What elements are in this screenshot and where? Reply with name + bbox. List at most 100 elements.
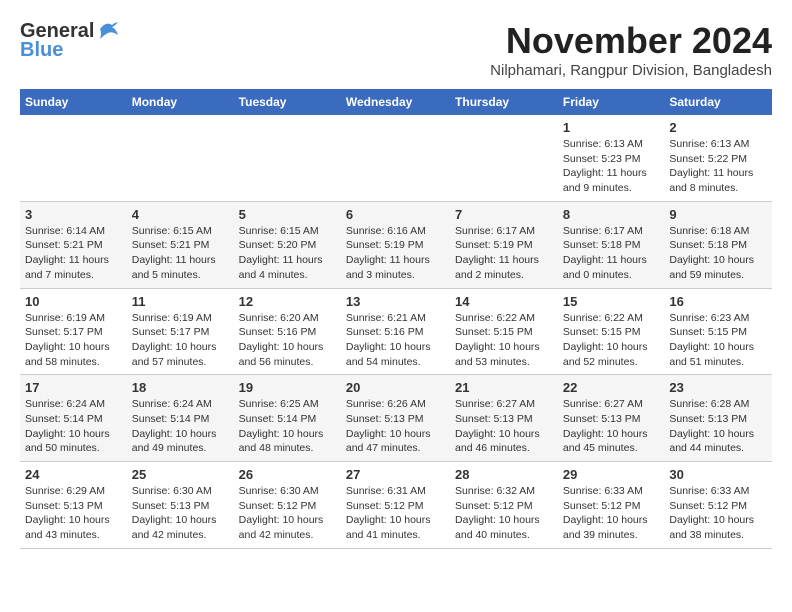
calendar-cell: 21 Sunrise: 6:27 AM Sunset: 5:13 PM Dayli… <box>450 375 558 462</box>
calendar-cell: 18 Sunrise: 6:24 AM Sunset: 5:14 PM Dayli… <box>127 375 234 462</box>
day-number: 2 <box>669 120 767 135</box>
calendar-row: 24 Sunrise: 6:29 AM Sunset: 5:13 PM Dayli… <box>20 462 772 549</box>
calendar-cell: 14 Sunrise: 6:22 AM Sunset: 5:15 PM Dayli… <box>450 288 558 375</box>
day-info: Sunrise: 6:32 AM Sunset: 5:12 PM Dayligh… <box>455 484 553 543</box>
calendar-row: 17Sunrise: 6:24 AM Sunset: 5:14 PM Dayli… <box>20 375 772 462</box>
calendar-cell: 27Sunrise: 6:31 AM Sunset: 5:12 PM Dayli… <box>341 462 450 549</box>
day-number: 8 <box>563 207 659 222</box>
day-number: 20 <box>346 380 445 395</box>
calendar-cell: 10 Sunrise: 6:19 AM Sunset: 5:17 PM Dayli… <box>20 288 127 375</box>
day-info: Sunrise: 6:22 AM Sunset: 5:15 PM Dayligh… <box>563 311 659 370</box>
calendar-cell: 6Sunrise: 6:16 AM Sunset: 5:19 PM Daylig… <box>341 201 450 288</box>
day-number: 11 <box>132 294 229 309</box>
day-number: 30 <box>669 467 767 482</box>
calendar-cell: 4 Sunrise: 6:15 AM Sunset: 5:21 PM Daylig… <box>127 201 234 288</box>
day-info: Sunrise: 6:29 AM Sunset: 5:13 PM Dayligh… <box>25 484 122 543</box>
calendar-cell: 24 Sunrise: 6:29 AM Sunset: 5:13 PM Dayli… <box>20 462 127 549</box>
day-info: Sunrise: 6:27 AM Sunset: 5:13 PM Dayligh… <box>563 397 659 456</box>
day-info: Sunrise: 6:33 AM Sunset: 5:12 PM Dayligh… <box>669 484 767 543</box>
day-number: 19 <box>239 380 336 395</box>
page-header: General Blue November 2024 Nilphamari, R… <box>20 20 772 79</box>
calendar-table: SundayMondayTuesdayWednesdayThursdayFrid… <box>20 89 772 549</box>
day-number: 15 <box>563 294 659 309</box>
location-subtitle: Nilphamari, Rangpur Division, Bangladesh <box>490 62 772 79</box>
day-info: Sunrise: 6:31 AM Sunset: 5:12 PM Dayligh… <box>346 484 445 543</box>
day-number: 25 <box>132 467 229 482</box>
day-number: 18 <box>132 380 229 395</box>
calendar-cell <box>127 115 234 201</box>
calendar-row: 10 Sunrise: 6:19 AM Sunset: 5:17 PM Dayli… <box>20 288 772 375</box>
header-monday: Monday <box>127 89 234 115</box>
calendar-cell: 19 Sunrise: 6:25 AM Sunset: 5:14 PM Dayli… <box>234 375 341 462</box>
day-number: 12 <box>239 294 336 309</box>
calendar-cell <box>341 115 450 201</box>
calendar-row: 1 Sunrise: 6:13 AM Sunset: 5:23 PM Daylig… <box>20 115 772 201</box>
day-info: Sunrise: 6:25 AM Sunset: 5:14 PM Dayligh… <box>239 397 336 456</box>
calendar-cell: 13Sunrise: 6:21 AM Sunset: 5:16 PM Dayli… <box>341 288 450 375</box>
day-info: Sunrise: 6:15 AM Sunset: 5:21 PM Dayligh… <box>132 224 229 283</box>
calendar-cell <box>234 115 341 201</box>
calendar-cell: 12 Sunrise: 6:20 AM Sunset: 5:16 PM Dayli… <box>234 288 341 375</box>
day-number: 1 <box>563 120 659 135</box>
day-number: 14 <box>455 294 553 309</box>
header-saturday: Saturday <box>664 89 772 115</box>
day-info: Sunrise: 6:23 AM Sunset: 5:15 PM Dayligh… <box>669 311 767 370</box>
day-number: 24 <box>25 467 122 482</box>
calendar-header: SundayMondayTuesdayWednesdayThursdayFrid… <box>20 89 772 115</box>
logo-blue-text: Blue <box>20 39 63 62</box>
calendar-cell: 3Sunrise: 6:14 AM Sunset: 5:21 PM Daylig… <box>20 201 127 288</box>
calendar-cell: 9 Sunrise: 6:18 AM Sunset: 5:18 PM Daylig… <box>664 201 772 288</box>
calendar-row: 3Sunrise: 6:14 AM Sunset: 5:21 PM Daylig… <box>20 201 772 288</box>
calendar-cell: 26Sunrise: 6:30 AM Sunset: 5:12 PM Dayli… <box>234 462 341 549</box>
day-info: Sunrise: 6:17 AM Sunset: 5:19 PM Dayligh… <box>455 224 553 283</box>
day-info: Sunrise: 6:24 AM Sunset: 5:14 PM Dayligh… <box>132 397 229 456</box>
calendar-cell: 25 Sunrise: 6:30 AM Sunset: 5:13 PM Dayli… <box>127 462 234 549</box>
calendar-body: 1 Sunrise: 6:13 AM Sunset: 5:23 PM Daylig… <box>20 115 772 548</box>
day-info: Sunrise: 6:13 AM Sunset: 5:23 PM Dayligh… <box>563 137 659 196</box>
calendar-cell <box>450 115 558 201</box>
day-number: 21 <box>455 380 553 395</box>
day-info: Sunrise: 6:22 AM Sunset: 5:15 PM Dayligh… <box>455 311 553 370</box>
calendar-cell: 11 Sunrise: 6:19 AM Sunset: 5:17 PM Dayli… <box>127 288 234 375</box>
logo-bird-icon <box>98 21 120 39</box>
calendar-cell: 2Sunrise: 6:13 AM Sunset: 5:22 PM Daylig… <box>664 115 772 201</box>
day-info: Sunrise: 6:19 AM Sunset: 5:17 PM Dayligh… <box>25 311 122 370</box>
day-number: 7 <box>455 207 553 222</box>
header-tuesday: Tuesday <box>234 89 341 115</box>
calendar-cell: 20 Sunrise: 6:26 AM Sunset: 5:13 PM Dayli… <box>341 375 450 462</box>
day-number: 28 <box>455 467 553 482</box>
day-number: 16 <box>669 294 767 309</box>
day-number: 22 <box>563 380 659 395</box>
day-number: 10 <box>25 294 122 309</box>
calendar-cell: 7 Sunrise: 6:17 AM Sunset: 5:19 PM Daylig… <box>450 201 558 288</box>
logo: General Blue <box>20 20 120 62</box>
calendar-cell: 29Sunrise: 6:33 AM Sunset: 5:12 PM Dayli… <box>558 462 664 549</box>
day-info: Sunrise: 6:17 AM Sunset: 5:18 PM Dayligh… <box>563 224 659 283</box>
calendar-cell: 28 Sunrise: 6:32 AM Sunset: 5:12 PM Dayli… <box>450 462 558 549</box>
calendar-cell <box>20 115 127 201</box>
calendar-cell: 17Sunrise: 6:24 AM Sunset: 5:14 PM Dayli… <box>20 375 127 462</box>
day-info: Sunrise: 6:15 AM Sunset: 5:20 PM Dayligh… <box>239 224 336 283</box>
day-info: Sunrise: 6:19 AM Sunset: 5:17 PM Dayligh… <box>132 311 229 370</box>
day-number: 4 <box>132 207 229 222</box>
day-number: 29 <box>563 467 659 482</box>
title-block: November 2024 Nilphamari, Rangpur Divisi… <box>490 20 772 79</box>
calendar-cell: 16 Sunrise: 6:23 AM Sunset: 5:15 PM Dayli… <box>664 288 772 375</box>
day-info: Sunrise: 6:30 AM Sunset: 5:13 PM Dayligh… <box>132 484 229 543</box>
header-sunday: Sunday <box>20 89 127 115</box>
day-info: Sunrise: 6:28 AM Sunset: 5:13 PM Dayligh… <box>669 397 767 456</box>
day-info: Sunrise: 6:16 AM Sunset: 5:19 PM Dayligh… <box>346 224 445 283</box>
calendar-cell: 1 Sunrise: 6:13 AM Sunset: 5:23 PM Daylig… <box>558 115 664 201</box>
day-info: Sunrise: 6:26 AM Sunset: 5:13 PM Dayligh… <box>346 397 445 456</box>
day-number: 26 <box>239 467 336 482</box>
day-info: Sunrise: 6:20 AM Sunset: 5:16 PM Dayligh… <box>239 311 336 370</box>
day-info: Sunrise: 6:24 AM Sunset: 5:14 PM Dayligh… <box>25 397 122 456</box>
day-info: Sunrise: 6:27 AM Sunset: 5:13 PM Dayligh… <box>455 397 553 456</box>
day-info: Sunrise: 6:18 AM Sunset: 5:18 PM Dayligh… <box>669 224 767 283</box>
day-number: 9 <box>669 207 767 222</box>
calendar-cell: 22 Sunrise: 6:27 AM Sunset: 5:13 PM Dayli… <box>558 375 664 462</box>
calendar-cell: 23 Sunrise: 6:28 AM Sunset: 5:13 PM Dayli… <box>664 375 772 462</box>
day-number: 23 <box>669 380 767 395</box>
day-number: 13 <box>346 294 445 309</box>
day-info: Sunrise: 6:14 AM Sunset: 5:21 PM Dayligh… <box>25 224 122 283</box>
